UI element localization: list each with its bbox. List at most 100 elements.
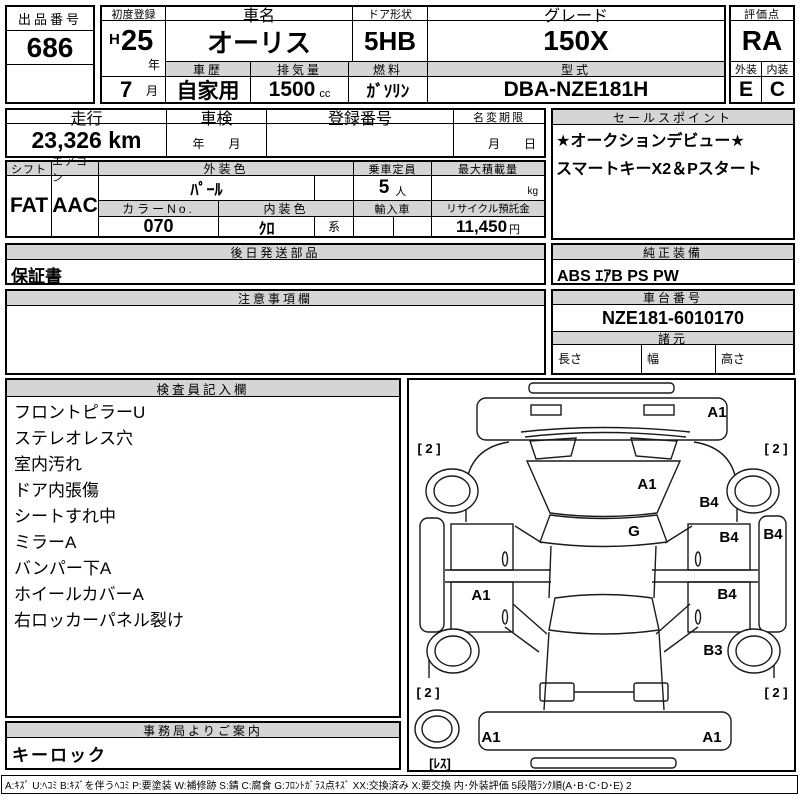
shift-label: シフト — [7, 162, 52, 176]
lot-number-value: 686 — [7, 31, 93, 65]
tire-label-front-left: [ 2 ] — [417, 441, 440, 456]
damage-labels: A1 [ 2 ] [ 2 ] A1 B4 G B4 B4 A1 B4 B3 [ … — [416, 404, 787, 771]
door-handle — [694, 609, 702, 625]
fuel-label: 燃料 — [349, 62, 428, 77]
sales-point-label: セールスポイント — [553, 110, 793, 125]
rear-left-wheel-inner — [434, 635, 472, 667]
displacement-value-cell: 1500 cc — [251, 77, 349, 102]
registration-number-label: 登録番号 — [267, 110, 454, 128]
liftgate-sides — [543, 631, 665, 711]
exterior-color-value: ﾊﾟｰﾙ — [99, 176, 315, 201]
rear-bumper — [478, 711, 732, 751]
mileage-label: 走行 — [7, 110, 167, 128]
shaken-label: 車検 — [167, 110, 267, 128]
cowl-line-2 — [524, 431, 687, 438]
rear-right-wheel-inner — [735, 635, 773, 667]
year-unit: 年 — [147, 58, 160, 72]
front-bumper — [476, 397, 728, 441]
first-registration-month-cell: 7 月 — [102, 77, 166, 102]
b-pillar-left — [445, 569, 551, 583]
month-unit: 月 — [145, 84, 158, 98]
rear-window — [548, 593, 660, 635]
inspector-notes-box: 検査員記入欄 フロントピラーU ステレオレス穴 室内汚れ ドア内張傷 シートすれ… — [5, 378, 401, 718]
a-pillar-lines — [514, 525, 693, 544]
door-handle — [501, 551, 509, 567]
b-pillar-right — [652, 569, 758, 583]
door-handle — [501, 609, 509, 625]
door-handle — [694, 551, 702, 567]
inspector-note-item: フロントピラーU — [14, 403, 146, 422]
displacement-label: 排気量 — [251, 62, 349, 77]
tire-label-front-right: [ 2 ] — [764, 441, 787, 456]
lot-number-label: 出品番号 — [7, 7, 93, 31]
first-registration-year: 25 — [121, 25, 154, 57]
inspector-note-item: ホイールカバーA — [14, 585, 144, 604]
shift-value: FAT — [7, 176, 52, 236]
later-parts-box: 後日発送部品 保証書 — [5, 243, 546, 286]
later-parts-label: 後日発送部品 — [7, 245, 544, 260]
interior-grade-label: 内装 — [762, 62, 793, 77]
max-load-unit: kg — [432, 176, 544, 201]
exterior-color-sub-cell — [315, 176, 354, 201]
rear-bottom-bar — [530, 757, 677, 769]
first-registration-year-cell: H 25 年 — [102, 21, 166, 77]
damage-label-right-quarter: B3 — [703, 642, 722, 659]
damage-label-rear-bumper-left: A1 — [481, 729, 500, 746]
import-car-cell-2 — [394, 217, 432, 236]
mileage-row-box: 走行 23,326 km 車検 年 月 登録番号 名変期限 月 日 — [5, 108, 546, 158]
windshield — [539, 514, 668, 548]
door-shape-value: 5HB — [353, 21, 428, 62]
spare-tire-inner — [421, 715, 453, 743]
legend-bar: A:ｷｽﾞ U:ﾍｺﾐ B:ｷｽﾞを伴うﾍｺﾐ P:要塗装 W:補修跡 S:錆 … — [1, 775, 798, 794]
exterior-color-label: 外装色 — [99, 162, 354, 176]
later-parts-value: 保証書 — [11, 267, 62, 286]
recycle-deposit-label: リサイクル預託金 — [432, 201, 544, 217]
recycle-deposit-cell: 11,450 円 — [432, 217, 544, 236]
capacity-value: 5 — [378, 177, 390, 198]
quarter-lines-right — [655, 603, 699, 653]
shaken-value: 年 月 — [167, 124, 267, 156]
specs-label: 諸元 — [553, 332, 793, 346]
score-value: RA — [731, 21, 793, 62]
sales-point-box: セールスポイント ★オークションデビュー★ スマートキーX2＆Pスタート — [551, 108, 795, 240]
first-registration-label: 初度登録 — [102, 7, 166, 21]
equipment-label: 純正装備 — [553, 245, 793, 260]
inspector-note-item: ステレオレス穴 — [14, 429, 133, 448]
shift-color-box: シフト FAT エアコン AAC 外装色 ﾊﾟｰﾙ 乗車定員 5 人 最大積載量… — [5, 156, 546, 238]
spec-height-cell: 高さ — [716, 345, 793, 373]
spec-width-label: 幅 — [647, 352, 660, 366]
capacity-label: 乗車定員 — [354, 162, 432, 176]
inspector-note-item: 右ロッカーパネル裂け — [14, 611, 184, 630]
equipment-value: ABS ｴｱB PS PW — [557, 268, 679, 285]
history-value: 自家用 — [166, 77, 251, 103]
lot-number-box: 出品番号 686 — [5, 5, 95, 104]
wheels — [414, 468, 781, 749]
aircon-label: エアコン — [52, 156, 99, 184]
first-registration-month: 7 — [120, 77, 133, 102]
aircon-value: AAC — [52, 176, 99, 236]
auction-sheet: 出品番号 686 初度登録 H 25 年 7 月 車名 オーリス ドア形状 5H… — [0, 0, 800, 800]
spec-length-label: 長さ — [558, 352, 583, 366]
score-label: 評価点 — [731, 7, 793, 21]
spec-height-label: 高さ — [721, 352, 746, 366]
damage-label-right-sill: B4 — [763, 526, 783, 543]
roof-side-lines — [548, 545, 657, 599]
fuel-value: ｶﾞｿﾘﾝ — [349, 77, 428, 102]
spec-width-cell: 幅 — [642, 345, 716, 373]
inspector-notes-list: フロントピラーU ステレオレス穴 室内汚れ ドア内張傷 シートすれ中 ミラーA … — [14, 400, 394, 634]
grade-label: グレード — [428, 7, 724, 25]
damage-label-front-bumper: A1 — [707, 404, 726, 421]
name-change-deadline-label: 名変期限 — [454, 110, 544, 124]
name-change-deadline-value: 月 日 — [487, 137, 536, 151]
damage-label-right-rear-door: B4 — [717, 586, 737, 603]
era-letter: H — [109, 31, 120, 48]
office-info-value: キーロック — [12, 746, 107, 765]
model-code-label: 型式 — [428, 62, 724, 77]
inspector-note-item: ドア内張傷 — [14, 481, 99, 500]
equipment-box: 純正装備 ABS ｴｱB PS PW — [551, 243, 795, 285]
cowl-line-1 — [520, 426, 691, 433]
interior-color-label: 内装色 — [219, 201, 354, 217]
rating-box: 評価点 RA 外装 内装 E C — [729, 5, 795, 104]
damage-label-left-door: A1 — [471, 587, 490, 604]
car-name-label: 車名 — [166, 7, 353, 25]
